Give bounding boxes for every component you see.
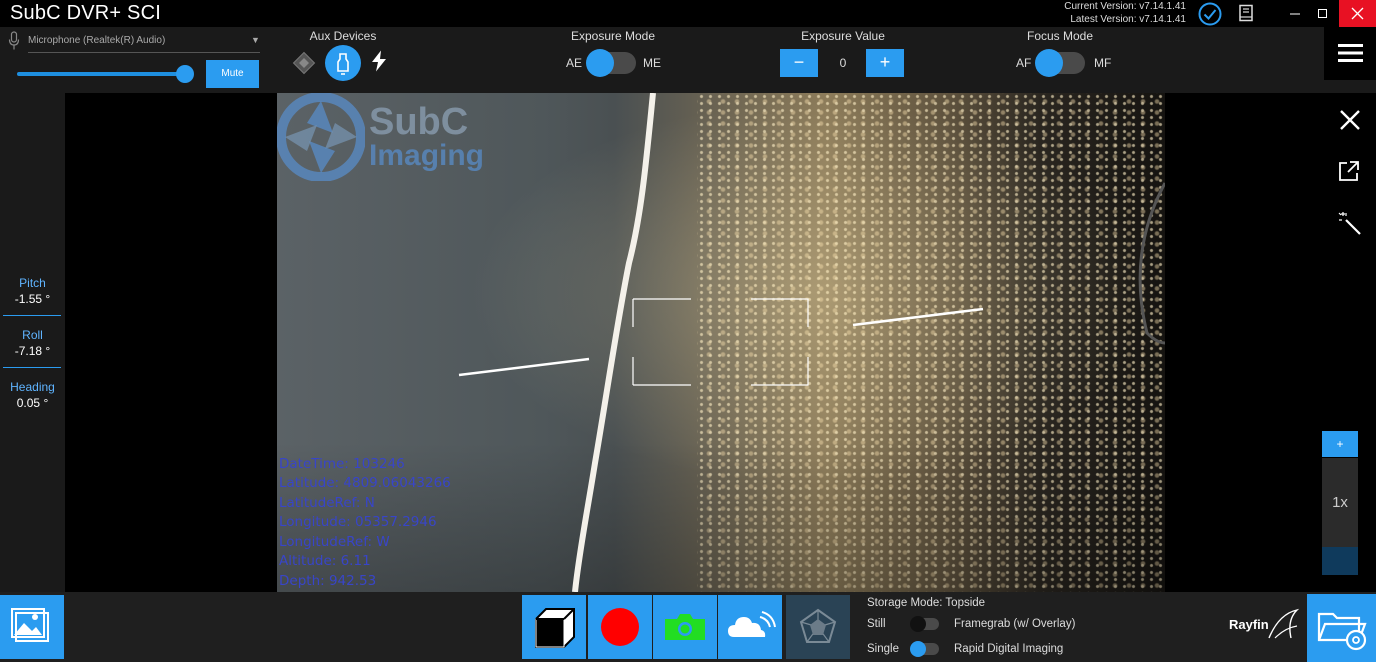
record-button[interactable] xyxy=(588,595,652,659)
rapid-imaging-toggle[interactable] xyxy=(910,641,939,657)
bolt-icon[interactable] xyxy=(370,50,388,72)
exposure-ae-label: AE xyxy=(566,56,583,70)
attitude-panel xyxy=(0,93,65,592)
video-feed[interactable]: SubC Imaging DateTime: 103246 Latitude: … xyxy=(277,93,1165,592)
focus-mf-label: MF xyxy=(1094,56,1112,70)
overlay-latitude: Latitude: 4809.06043266 xyxy=(279,475,451,491)
capture-photo-button[interactable] xyxy=(653,595,717,659)
record-icon xyxy=(601,608,639,646)
storage-mode-label: Storage Mode: Topside xyxy=(867,597,986,609)
watermark-subc: SubC xyxy=(369,101,469,143)
rayfin-fin-icon xyxy=(1268,608,1300,639)
zoom-in-button[interactable]: + xyxy=(1322,431,1358,457)
watermark-imaging: Imaging xyxy=(369,139,485,172)
light-button[interactable] xyxy=(325,45,361,81)
hamburger-icon xyxy=(1338,44,1363,62)
overlay-altitude: Altitude: 6.11 xyxy=(279,553,371,569)
cloud-upload-button[interactable] xyxy=(718,595,782,659)
chevron-down-icon[interactable]: ▼ xyxy=(251,35,260,45)
exposure-decrease-button[interactable]: − xyxy=(780,49,818,77)
pentagon-button[interactable] xyxy=(786,595,850,659)
version-info: Current Version: v7.14.1.41 Latest Versi… xyxy=(1064,0,1186,26)
overlay-longitude: Longitude: 05357.2946 xyxy=(279,514,437,530)
menu-button[interactable] xyxy=(1324,27,1376,80)
microphone-select[interactable]: Microphone (Realtek(R) Audio) xyxy=(28,33,260,53)
exposure-value-label: Exposure Value xyxy=(801,29,885,43)
focus-mode-toggle[interactable] xyxy=(1035,49,1085,77)
aux-devices-label: Aux Devices xyxy=(309,29,377,43)
pentagon-icon xyxy=(799,608,837,643)
popout-icon[interactable] xyxy=(1337,159,1361,183)
microphone-icon xyxy=(8,31,20,50)
roll-value: -7.18 ° xyxy=(14,344,51,358)
focus-af-label: AF xyxy=(1016,56,1032,70)
magic-wand-icon[interactable] xyxy=(1337,211,1363,237)
framegrab-toggle[interactable] xyxy=(910,616,939,632)
book-icon[interactable] xyxy=(1237,4,1255,22)
maximize-button[interactable] xyxy=(1304,0,1342,27)
overlay-longitude-ref: LongitudeRef: W xyxy=(279,534,390,550)
folder-settings-button[interactable] xyxy=(1307,594,1376,662)
exposure-increase-button[interactable]: + xyxy=(866,49,904,77)
latest-version: Latest Version: v7.14.1.41 xyxy=(1070,14,1186,25)
folder-gear-icon xyxy=(1317,612,1367,651)
exposure-me-label: ME xyxy=(643,56,661,70)
pitch-label: Pitch xyxy=(19,276,46,290)
check-circle-icon[interactable] xyxy=(1198,2,1222,26)
overlay-depth: Depth: 942.53 xyxy=(279,573,377,589)
gallery-icon xyxy=(11,608,49,642)
divider xyxy=(3,367,61,368)
cloud-icon xyxy=(728,611,776,637)
close-window-button[interactable] xyxy=(1339,0,1376,27)
close-icon[interactable] xyxy=(1336,106,1364,134)
light-icon xyxy=(337,53,349,75)
overlay-latitude-ref: LatitudeRef: N xyxy=(279,495,375,511)
cube-icon xyxy=(535,608,575,648)
exposure-mode-toggle[interactable] xyxy=(586,49,636,77)
still-label: Still xyxy=(867,618,886,630)
rayfin-logo-text: Rayfin xyxy=(1229,617,1269,632)
overlay-datetime: DateTime: 103246 xyxy=(279,456,405,472)
divider xyxy=(3,315,61,316)
exposure-mode-label: Exposure Mode xyxy=(570,29,656,43)
mute-button[interactable]: Mute xyxy=(206,60,259,88)
current-version: Current Version: v7.14.1.41 xyxy=(1064,1,1186,12)
zoom-level: 1x xyxy=(1332,494,1348,511)
single-label: Single xyxy=(867,643,899,655)
heading-value: 0.05 ° xyxy=(16,396,49,410)
pitch-value: -1.55 ° xyxy=(14,292,51,306)
subc-logo-icon xyxy=(277,93,365,181)
camera-icon xyxy=(665,614,705,640)
roll-label: Roll xyxy=(22,328,43,342)
volume-slider[interactable] xyxy=(17,72,187,76)
rapid-imaging-label: Rapid Digital Imaging xyxy=(954,643,1064,655)
zoom-out-button[interactable] xyxy=(1322,547,1358,575)
exposure-value: 0 xyxy=(839,56,847,70)
app-title: SubC DVR+ SCI xyxy=(10,2,161,24)
gallery-button[interactable] xyxy=(0,595,64,659)
diamond-icon[interactable] xyxy=(292,51,316,75)
framegrab-label: Framegrab (w/ Overlay) xyxy=(954,618,1076,630)
heading-label: Heading xyxy=(10,380,55,394)
volume-slider-thumb[interactable] xyxy=(176,65,194,83)
focus-mode-label: Focus Mode xyxy=(1026,29,1094,43)
3d-model-button[interactable] xyxy=(522,595,586,659)
